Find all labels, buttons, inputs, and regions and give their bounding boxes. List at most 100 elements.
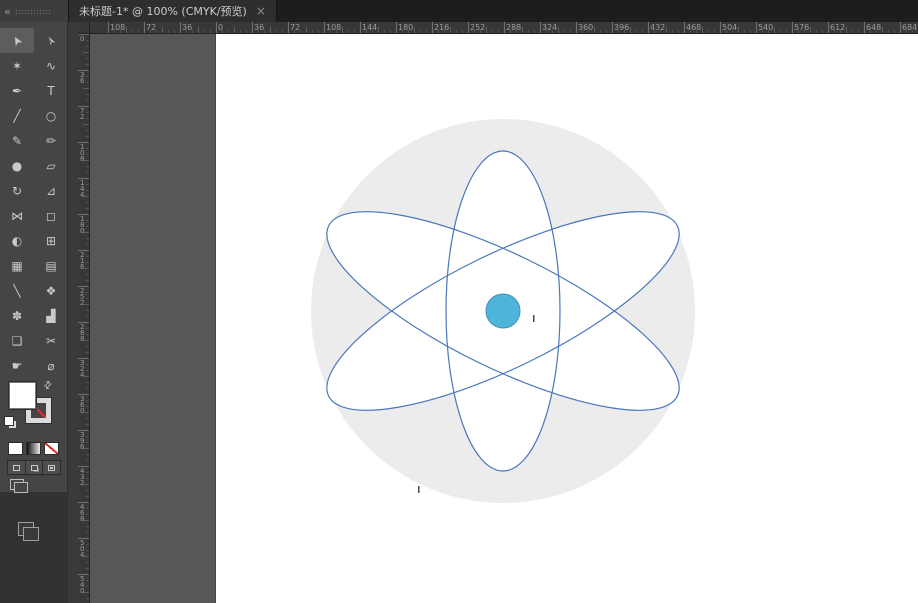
ruler-subtick xyxy=(798,30,799,33)
ruler-label: 7 2 xyxy=(80,108,84,120)
ruler-subtick xyxy=(86,40,89,41)
direct-selection-tool[interactable]: ➢ xyxy=(34,28,68,53)
ruler-subtick xyxy=(86,382,89,383)
ruler-subtick xyxy=(786,30,787,33)
appearance-buttons xyxy=(0,442,68,456)
ruler-subtick xyxy=(660,30,661,33)
paintbrush-tool[interactable]: ✎ xyxy=(0,128,34,153)
free-transform-tool[interactable]: ◻ xyxy=(34,203,68,228)
selection-tool[interactable]: ➤ xyxy=(0,28,34,53)
symbol-sprayer-tool[interactable]: ✽ xyxy=(0,303,34,328)
ellipse-tool[interactable]: ○ xyxy=(34,103,68,128)
ruler-subtick xyxy=(636,30,637,33)
type-tool[interactable]: T xyxy=(34,78,68,103)
tools-panel-header: « xyxy=(0,0,68,22)
ruler-subtick xyxy=(414,27,415,33)
fill-swatch[interactable] xyxy=(9,382,36,409)
hand-tool[interactable]: ☛ xyxy=(0,353,34,378)
ruler-subtick xyxy=(83,196,89,197)
ruler-subtick xyxy=(804,30,805,33)
ruler-subtick xyxy=(246,30,247,33)
pen-tool[interactable]: ✒ xyxy=(0,78,34,103)
eraser-tool[interactable]: ▱ xyxy=(34,153,68,178)
ruler-subtick xyxy=(86,478,89,479)
document-tab[interactable]: 未标题-1* @ 100% (CMYK/预览) × xyxy=(68,0,277,22)
ruler-subtick xyxy=(390,30,391,33)
line-segment-tool[interactable]: ╱ xyxy=(0,103,34,128)
blob-brush-tool[interactable]: ● xyxy=(0,153,34,178)
artwork-svg[interactable] xyxy=(90,34,918,603)
gradient-button[interactable] xyxy=(26,442,41,455)
swap-fill-stroke-icon[interactable]: ⇄ xyxy=(41,379,55,393)
draw-inside-button[interactable] xyxy=(43,460,61,475)
shape-builder-tool[interactable]: ◐ xyxy=(0,228,34,253)
ruler-subtick xyxy=(654,30,655,33)
canvas[interactable] xyxy=(90,34,918,603)
blend-tool[interactable]: ❖ xyxy=(34,278,68,303)
ruler-subtick xyxy=(492,30,493,33)
ruler-tick xyxy=(324,22,325,33)
width-tool[interactable]: ⋈ xyxy=(0,203,34,228)
gradient-tool[interactable]: ▤ xyxy=(34,253,68,278)
default-fill-stroke-icon[interactable] xyxy=(4,416,18,430)
draw-behind-button[interactable] xyxy=(26,460,44,475)
blend-tool-icon: ❖ xyxy=(46,285,57,297)
ruler-subtick xyxy=(420,30,421,33)
ruler-subtick xyxy=(86,328,89,329)
scale-tool[interactable]: ⊿ xyxy=(34,178,68,203)
ruler-subtick xyxy=(474,30,475,33)
default-fill-mini-icon xyxy=(4,416,14,426)
ruler-tick xyxy=(648,22,649,33)
magic-wand-tool[interactable]: ✶ xyxy=(0,53,34,78)
panel-gutter xyxy=(68,22,78,603)
ruler-subtick xyxy=(258,30,259,33)
ruler-subtick xyxy=(86,526,89,527)
vertical-ruler[interactable]: 03 67 21 0 81 4 41 8 02 1 62 5 22 8 83 2… xyxy=(78,34,90,603)
ruler-label: 72 xyxy=(146,23,156,32)
ruler-label: 144 xyxy=(362,23,377,32)
ruler-label: 288 xyxy=(506,23,521,32)
ruler-subtick xyxy=(86,208,89,209)
ruler-subtick xyxy=(780,30,781,33)
lasso-tool[interactable]: ∿ xyxy=(34,53,68,78)
ruler-tick xyxy=(864,22,865,33)
column-graph-tool[interactable]: ▟ xyxy=(34,303,68,328)
collapsed-panels-icon[interactable] xyxy=(18,522,40,542)
ruler-subtick xyxy=(282,30,283,33)
ruler-label: 72 xyxy=(290,23,300,32)
panel-grip-handle[interactable] xyxy=(15,9,51,14)
ruler-subtick xyxy=(86,148,89,149)
slice-tool[interactable]: ✂ xyxy=(34,328,68,353)
rotate-tool[interactable]: ↻ xyxy=(0,178,34,203)
ruler-subtick xyxy=(834,30,835,33)
none-button[interactable] xyxy=(44,442,59,455)
ruler-label: 540 xyxy=(758,23,773,32)
close-tab-icon[interactable]: × xyxy=(256,4,266,18)
left-rail: ➤➢✶∿✒T ╱ ○✎✏●▱↻⊿⋈◻◐⊞▦▤╲ ❖ ✽ ▟❏✂☛⌀ ⇄ xyxy=(0,22,68,603)
ruler-subtick xyxy=(86,184,89,185)
ruler-subtick xyxy=(714,30,715,33)
collapse-panel-icon[interactable]: « xyxy=(4,6,11,17)
color-button[interactable] xyxy=(8,442,23,455)
ruler-subtick xyxy=(162,27,163,33)
nucleus-circle[interactable] xyxy=(486,294,520,328)
ruler-subtick xyxy=(86,64,89,65)
eyedropper-tool[interactable]: ╲ xyxy=(0,278,34,303)
draw-normal-button[interactable] xyxy=(7,460,26,475)
zoom-tool[interactable]: ⌀ xyxy=(34,353,68,378)
line-segment-tool-icon: ╱ xyxy=(13,110,20,122)
pencil-tool[interactable]: ✏ xyxy=(34,128,68,153)
artboard-tool[interactable]: ❏ xyxy=(0,328,34,353)
ruler-subtick xyxy=(318,30,319,33)
mesh-tool[interactable]: ▦ xyxy=(0,253,34,278)
stray-mark xyxy=(418,486,420,493)
ruler-subtick xyxy=(222,30,223,33)
ruler-subtick xyxy=(270,27,271,33)
perspective-grid-tool[interactable]: ⊞ xyxy=(34,228,68,253)
horizontal-ruler[interactable]: 1087236036721081441802162522883243603964… xyxy=(90,22,918,34)
ruler-subtick xyxy=(86,496,89,497)
ruler-subtick xyxy=(86,388,89,389)
symbol-sprayer-tool-icon: ✽ xyxy=(12,310,22,322)
screen-mode-button[interactable] xyxy=(10,479,26,491)
ruler-corner[interactable] xyxy=(78,22,90,34)
